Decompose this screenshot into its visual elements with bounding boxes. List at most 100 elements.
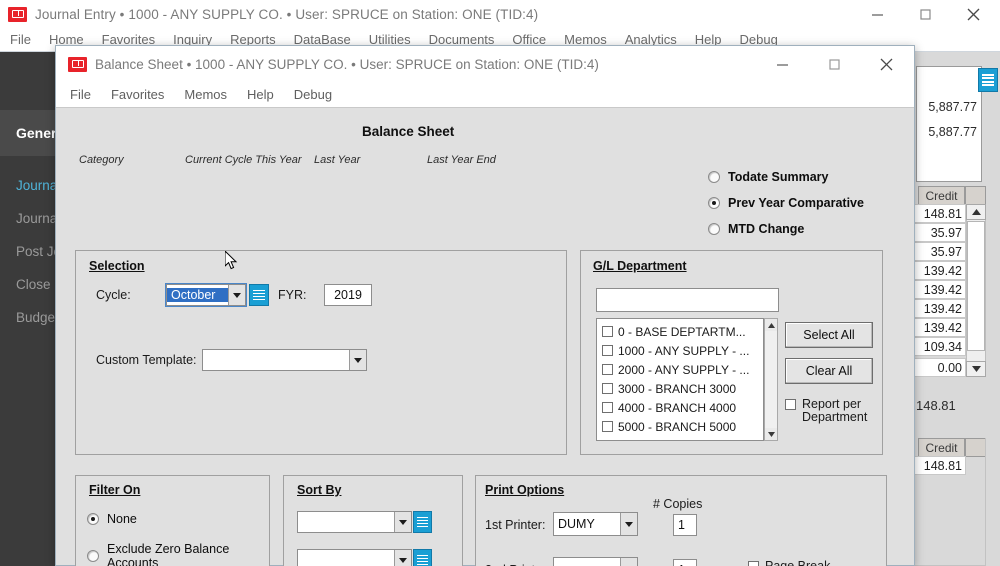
dialog-title: Balance Sheet • 1000 - ANY SUPPLY CO. • … [95, 56, 599, 72]
list-item-label: 0 - BASE DEPTARTM... [618, 324, 746, 339]
report-per-department-label: Report per Department [802, 397, 868, 424]
radio-todate-summary[interactable]: Todate Summary [708, 170, 829, 184]
copies1-input[interactable]: 1 [673, 514, 697, 536]
main-maximize-button[interactable] [902, 0, 948, 28]
chevron-down-icon[interactable] [620, 513, 637, 535]
radio-indicator [708, 197, 720, 209]
radio-label: Prev Year Comparative [728, 196, 864, 210]
sort-by-group-title: Sort By [297, 483, 342, 497]
dialog-menu-item-memos[interactable]: Memos [174, 87, 237, 102]
page-break-checkbox[interactable]: Page Break [748, 560, 830, 566]
sort-by-lookup-button-2[interactable] [413, 549, 432, 566]
chevron-down-icon[interactable] [394, 512, 411, 532]
radio-indicator [708, 171, 720, 183]
gl-department-scrollbar[interactable] [764, 318, 778, 441]
gl-department-search-input[interactable] [596, 288, 779, 312]
grid-scroll-up-arrow[interactable] [966, 204, 986, 220]
balance-sheet-dialog: Balance Sheet • 1000 - ANY SUPPLY CO. • … [55, 45, 915, 566]
list-item[interactable]: 0 - BASE DEPTARTM... [597, 322, 763, 341]
dialog-minimize-button[interactable] [756, 46, 808, 82]
cycle-lookup-button[interactable] [249, 284, 269, 306]
checkbox-icon[interactable] [785, 399, 796, 410]
dialog-close-button[interactable] [860, 46, 912, 82]
table-row[interactable]: 0.00 [908, 358, 966, 377]
footer-table-row[interactable]: 148.81 [908, 456, 966, 475]
list-item[interactable]: 2000 - ANY SUPPLY - ... [597, 360, 763, 379]
copies2-input[interactable]: 1 [673, 559, 697, 566]
sort-by-combobox-2[interactable] [297, 549, 412, 566]
sidebar-header-label: General Ledger [16, 125, 56, 141]
radio-filter-exclude-zero-balance[interactable]: Exclude Zero Balance Accounts [87, 542, 237, 566]
clear-all-button[interactable]: Clear All [785, 358, 873, 384]
dialog-maximize-button[interactable] [808, 46, 860, 82]
scroll-up-arrow-icon[interactable] [765, 319, 777, 331]
table-row[interactable]: 35.97 [908, 223, 966, 242]
radio-prev-year-comparative[interactable]: Prev Year Comparative [708, 196, 864, 210]
cell-value: 139.42 [923, 320, 962, 335]
table-row[interactable]: 139.42 [908, 280, 966, 299]
list-item-label: 2000 - ANY SUPPLY - ... [618, 362, 750, 377]
list-item[interactable]: 4000 - BRANCH 4000 [597, 398, 763, 417]
cycle-combobox[interactable]: October [165, 283, 247, 307]
main-minimize-button[interactable] [854, 0, 900, 28]
grid-scroll-down-arrow[interactable] [966, 361, 986, 377]
footer-grid-header-blank [965, 438, 986, 457]
table-row[interactable]: 148.81 [908, 204, 966, 223]
table-row[interactable]: 35.97 [908, 242, 966, 261]
report-heading: Balance Sheet [362, 124, 455, 139]
eci-logo-icon [8, 6, 27, 22]
table-row[interactable]: 139.42 [908, 318, 966, 337]
printer1-combobox[interactable]: DUMY [553, 512, 638, 536]
dialog-menu-item-favorites[interactable]: Favorites [101, 87, 174, 102]
table-row[interactable]: 139.42 [908, 261, 966, 280]
sort-by-combobox-1[interactable] [297, 511, 412, 533]
checkbox-icon[interactable] [602, 402, 613, 413]
custom-template-combobox[interactable] [202, 349, 367, 371]
checkbox-icon[interactable] [602, 383, 613, 394]
cell-value: 0.00 [937, 360, 962, 375]
cycle-label: Cycle: [96, 288, 131, 302]
list-item[interactable]: 5000 - BRANCH 5000 [597, 417, 763, 436]
list-item-label: 3000 - BRANCH 3000 [618, 381, 737, 396]
grid-scroll-thumb[interactable] [967, 221, 985, 351]
cell-value: 148.81 [923, 458, 962, 473]
select-all-button[interactable]: Select All [785, 322, 873, 348]
checkbox-icon[interactable] [602, 421, 613, 432]
main-close-button[interactable] [950, 0, 996, 28]
table-row[interactable]: 139.42 [908, 299, 966, 318]
menu-item-file[interactable]: File [0, 32, 40, 47]
list-item-label: 5000 - BRANCH 5000 [618, 419, 737, 434]
cell-value: 35.97 [930, 244, 962, 259]
report-per-department-checkbox[interactable]: Report per Department [785, 398, 881, 424]
gl-department-group-title: G/L Department [593, 259, 687, 273]
scroll-down-arrow-icon[interactable] [765, 428, 777, 440]
chevron-down-icon[interactable] [620, 558, 637, 566]
sort-by-lookup-button-1[interactable] [413, 511, 432, 533]
checkbox-icon[interactable] [602, 364, 613, 375]
chevron-down-icon[interactable] [394, 550, 411, 566]
radio-mtd-change[interactable]: MTD Change [708, 222, 804, 236]
printer2-combobox[interactable] [553, 557, 638, 566]
dialog-menu-item-debug[interactable]: Debug [284, 87, 342, 102]
eci-logo-icon [68, 56, 87, 72]
dialog-menu-item-help[interactable]: Help [237, 87, 284, 102]
main-window-title: Journal Entry • 1000 - ANY SUPPLY CO. • … [35, 6, 539, 22]
printer1-value: DUMY [558, 517, 595, 531]
checkbox-icon[interactable] [748, 561, 759, 566]
chevron-down-icon[interactable] [349, 350, 366, 370]
fyr-input[interactable]: 2019 [324, 284, 372, 306]
list-item[interactable]: 1000 - ANY SUPPLY - ... [597, 341, 763, 360]
print-options-group-title: Print Options [485, 483, 565, 497]
list-item[interactable]: 3000 - BRANCH 3000 [597, 379, 763, 398]
dialog-menu-item-file[interactable]: File [56, 87, 101, 102]
radio-filter-none[interactable]: None [87, 512, 137, 526]
totals-lookup-button[interactable] [978, 68, 998, 92]
copies-label: # Copies [653, 497, 703, 511]
chevron-down-icon[interactable] [228, 285, 245, 305]
radio-label: Todate Summary [728, 170, 829, 184]
gl-department-listbox[interactable]: 0 - BASE DEPTARTM... 1000 - ANY SUPPLY -… [596, 318, 764, 441]
checkbox-icon[interactable] [602, 326, 613, 337]
table-row[interactable]: 109.34 [908, 337, 966, 356]
checkbox-icon[interactable] [602, 345, 613, 356]
copies1-value: 1 [678, 518, 685, 532]
